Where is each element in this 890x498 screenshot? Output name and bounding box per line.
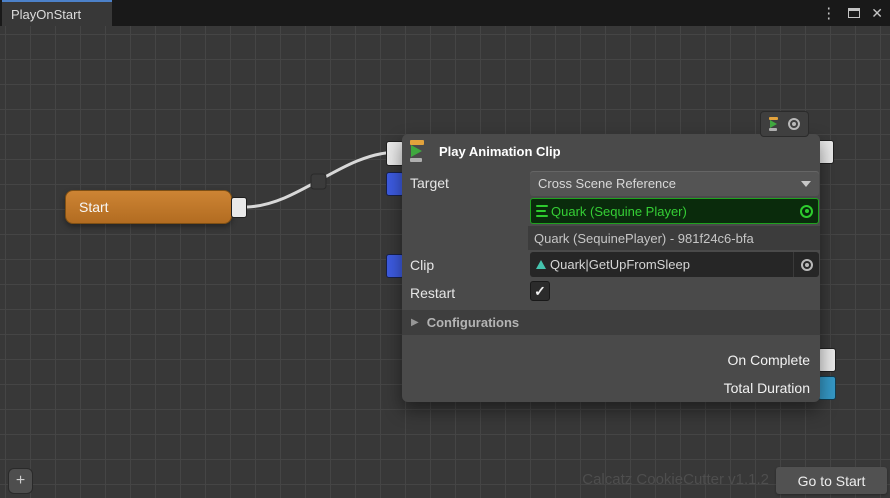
foldout-arrow-icon: ▶ [411,317,419,328]
node-header[interactable]: Play Animation Clip [402,134,820,168]
animation-clip-icon [410,140,430,162]
start-node-label: Start [79,199,109,215]
target-dropdown-value: Cross Scene Reference [538,176,677,191]
add-node-button[interactable]: + [8,468,33,494]
go-to-start-button[interactable]: Go to Start [776,467,887,494]
target-label: Target [410,175,449,191]
reference-ping-icon[interactable] [800,204,813,218]
clip-value: Quark|GetUpFromSleep [550,257,690,272]
configurations-foldout[interactable]: ▶ Configurations [402,310,820,335]
node-title: Play Animation Clip [439,143,561,159]
tab-label: PlayOnStart [11,6,82,22]
clip-object-picker[interactable] [793,252,819,277]
plus-icon: + [15,472,26,489]
tab-playonstart[interactable]: PlayOnStart [2,0,112,26]
chevron-down-icon [801,180,811,187]
title-bar: PlayOnStart ⋮ ✕ [0,0,890,26]
target-dropdown[interactable]: Cross Scene Reference [530,171,819,196]
node-toolbox [760,111,809,137]
window-controls: ⋮ ✕ [819,0,884,26]
watermark: Calcatz CookieCutter v1.1.2 [582,471,769,488]
unity-graph-window: Start Play Animation Clip Target Cross S… [0,0,890,498]
reference-id-row[interactable]: Quark (SequinePlayer) - 981f24c6-bfa [528,226,820,250]
start-output-port[interactable] [231,197,247,218]
toolbox-ping-icon[interactable] [788,118,800,130]
go-to-start-label: Go to Start [797,472,866,489]
on-complete-label: On Complete [727,352,810,368]
maximize-icon[interactable] [848,8,861,18]
reference-selected-label: Quark (Sequine Player) [551,203,687,219]
check-icon: ✓ [534,282,546,299]
play-animation-clip-node[interactable]: Play Animation Clip Target Cross Scene R… [402,134,820,402]
clip-label: Clip [410,257,435,273]
total-duration-label: Total Duration [723,380,810,396]
total-duration-port[interactable] [818,376,836,400]
restart-label: Restart [410,285,456,301]
menu-icon[interactable]: ⋮ [819,6,838,21]
reference-object-icon [536,205,548,217]
on-complete-port[interactable] [818,348,836,372]
animation-clip-mini-icon [536,260,546,269]
restart-checkbox[interactable]: ✓ [530,281,550,301]
clip-object-field[interactable]: Quark|GetUpFromSleep [530,252,819,277]
configurations-label: Configurations [426,315,520,330]
object-picker-icon [800,258,813,271]
reference-id-label: Quark (SequinePlayer) - 981f24c6-bfa [534,230,754,246]
toolbox-animation-clip-icon[interactable] [769,117,782,131]
start-node[interactable]: Start [65,190,232,224]
close-icon[interactable]: ✕ [870,6,884,20]
reference-selected-row[interactable]: Quark (Sequine Player) [530,198,819,224]
